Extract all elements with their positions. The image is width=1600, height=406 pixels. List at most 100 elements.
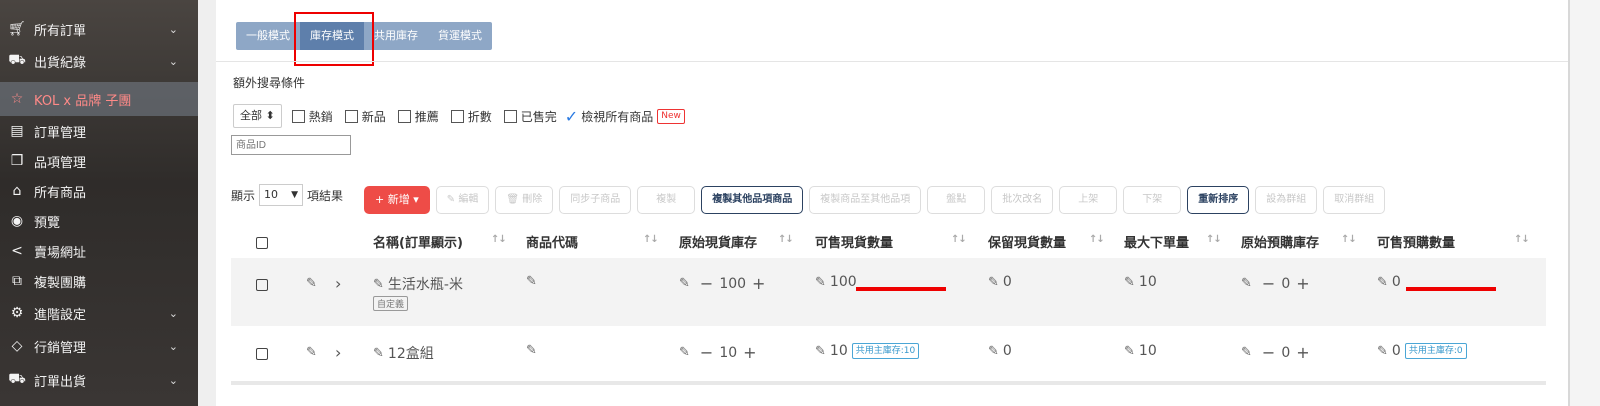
pencil-icon[interactable]: ✎ [1241,276,1252,291]
sync-child-button[interactable]: 同步子商品 [559,186,632,214]
sidebar-item-all-orders[interactable]: 🛒︎ 所有訂單 ⌄ [0,14,198,44]
expand-icon[interactable]: › [335,274,341,293]
header-sellable-preorder[interactable]: 可售預購數量 [1377,232,1455,251]
tab-shipping-mode[interactable]: 貨運模式 [428,22,492,50]
sidebar-item-preview[interactable]: ◉ 預覽 [0,206,198,236]
expand-icon[interactable]: › [335,343,341,362]
sellable-preorder-cell[interactable]: ✎ 0 [1377,274,1401,290]
sort-icon[interactable]: ↑↓ [1089,234,1105,245]
pencil-icon[interactable]: ✎ [1241,345,1252,360]
filter-view-all[interactable]: ✓ 檢視所有商品 New [565,107,685,126]
product-name-cell[interactable]: ✎ 12盒組 [373,343,434,363]
max-order-cell[interactable]: ✎ 10 [1124,274,1157,290]
copy-to-other-button[interactable]: 複製商品至其他品項 [809,186,922,214]
sort-icon[interactable]: ↑↓ [643,234,659,245]
unlist-button[interactable]: 下架 [1123,186,1182,214]
row-checkbox[interactable] [256,348,268,360]
filter-select[interactable]: 全部 ⬍ [233,104,282,128]
sidebar-item-order-shipping[interactable]: ⛟ 訂單出貨 ⌄ [0,365,198,395]
product-id-input[interactable] [231,135,351,155]
decrement-button[interactable]: − [1262,343,1275,362]
header-code[interactable]: 商品代碼 [526,232,578,251]
edit-button[interactable]: ✎ 編輯 [435,186,490,214]
sort-icon[interactable]: ↑↓ [1514,234,1530,245]
sidebar-item-all-products[interactable]: ⌂ 所有商品 [0,176,198,206]
header-max-order[interactable]: 最大下單量 [1124,232,1189,251]
pencil-icon[interactable]: ✎ [679,276,690,291]
cart-icon: 🛒︎ [8,21,26,37]
page-size-select[interactable]: 10 ▼ [259,184,304,206]
shared-stock-tag: 共用主庫存:10 [851,343,920,359]
pencil-icon[interactable]: ✎ [679,345,690,360]
sidebar-item-advanced-settings[interactable]: ⚙ 進階設定 ⌄ [0,298,198,328]
product-name-cell[interactable]: ✎ 生活水瓶-米 [373,274,463,294]
reserved-cell[interactable]: ✎ 0 [988,343,1012,359]
stock-value: 100 [719,275,747,292]
checkbox[interactable] [503,109,517,123]
sellable-preorder-cell[interactable]: ✎ 0 共用主庫存:0 [1377,343,1467,359]
header-sellable-stock[interactable]: 可售現貨數量 [815,232,893,251]
sort-icon[interactable]: ↑↓ [951,234,967,245]
reserved-cell[interactable]: ✎ 0 [988,274,1012,290]
add-button[interactable]: + 新增 ▾ [364,186,430,214]
tab-general-mode[interactable]: 一般模式 [236,22,300,50]
red-redaction-line [856,287,946,291]
new-badge: New [657,108,685,124]
increment-button[interactable]: + [752,274,765,293]
header-original-stock[interactable]: 原始現貨庫存 [679,232,757,251]
checkbox[interactable] [397,109,411,123]
edit-row-icon[interactable]: ✎ [306,345,321,360]
sort-icon[interactable]: ↑↓ [491,234,507,245]
increment-button[interactable]: + [743,343,756,362]
decrement-button[interactable]: − [1262,274,1275,293]
code-cell[interactable]: ✎ [526,274,541,289]
edit-row-icon[interactable]: ✎ [306,276,321,291]
scrollbar[interactable] [1568,0,1600,406]
sort-icon[interactable]: ↑↓ [778,234,794,245]
filter-sold-out[interactable]: 已售完 [500,108,557,125]
checkbox[interactable] [450,109,464,123]
max-order-cell[interactable]: ✎ 10 [1124,343,1157,359]
header-reserved[interactable]: 保留現貨數量 [988,232,1066,251]
sort-icon[interactable]: ↑↓ [1341,234,1357,245]
decrement-button[interactable]: − [700,343,713,362]
batch-rename-button[interactable]: 批次改名 [991,186,1054,214]
sidebar-item-order-management[interactable]: ▤ 訂單管理 [0,116,198,146]
filter-select-value: 全部 [240,109,262,122]
resort-button[interactable]: 重新排序 [1187,186,1250,214]
filter-hot[interactable]: 熱銷 [288,108,333,125]
sidebar-item-copy-group[interactable]: ⧉ 複製團購 [0,266,198,296]
sidebar-item-item-management[interactable]: ❒ 品項管理 [0,146,198,176]
pencil-icon: ✎ [1124,343,1135,359]
increment-button[interactable]: + [1296,343,1309,362]
sidebar-item-shipping-records[interactable]: ⛟ 出貨紀錄 ⌄ [0,46,198,76]
sidebar-item-marketing[interactable]: ◇ 行銷管理 ⌄ [0,331,198,361]
chevron-down-icon: ⌄ [168,54,178,68]
header-name[interactable]: 名稱(訂單顯示) [373,232,463,251]
select-all-checkbox[interactable] [256,237,268,249]
cancel-group-button[interactable]: 取消群組 [1323,186,1386,214]
pencil-icon: ✎ [1377,274,1388,290]
decrement-button[interactable]: − [700,274,713,293]
list-button[interactable]: 上架 [1059,186,1118,214]
copy-button[interactable]: 複製 [637,186,696,214]
filter-recommended[interactable]: 推薦 [394,108,439,125]
table-row: ✎ › ✎ 生活水瓶-米 自定義 ✎ ✎ − 100 + ✎ 100 ✎ 0 ✎ 10 … [231,258,1546,326]
sort-icon[interactable]: ↑↓ [1206,234,1222,245]
inventory-button[interactable]: 盤點 [927,186,986,214]
increment-button[interactable]: + [1296,274,1309,293]
checkbox[interactable] [291,109,305,123]
set-group-button[interactable]: 設為群組 [1255,186,1318,214]
checkbox[interactable] [344,109,358,123]
sidebar-item-store-url[interactable]: < 賣場網址 [0,236,198,266]
row-checkbox[interactable] [256,279,268,291]
sellable-stock-cell[interactable]: ✎ 10 共用主庫存:10 [815,343,920,359]
sellable-stock-cell[interactable]: ✎ 100 [815,274,857,290]
header-original-preorder[interactable]: 原始預購庫存 [1241,232,1319,251]
copy-other-items-button[interactable]: 複製其他品項商品 [701,186,804,214]
code-cell[interactable]: ✎ [526,343,541,358]
filter-discount[interactable]: 折數 [447,108,492,125]
filter-new[interactable]: 新品 [341,108,386,125]
delete-button[interactable]: 🗑︎ 刪除 [495,186,554,214]
sidebar-item-kol-brand[interactable]: ☆ KOL x 品牌 子團 [0,82,198,116]
